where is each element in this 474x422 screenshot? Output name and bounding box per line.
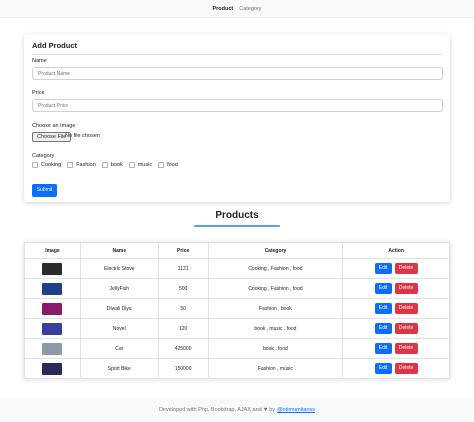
- product-actions: Edit Delete: [342, 318, 450, 339]
- products-heading-underline: [194, 225, 280, 227]
- table-row: Diwali Diya 50 Fashion , book Edit Delete: [24, 298, 450, 319]
- edit-button[interactable]: Edit: [374, 263, 392, 274]
- products-table: Image Name Price Category Action Electri…: [24, 242, 450, 379]
- nav-category[interactable]: Category: [239, 6, 261, 12]
- product-name: Car: [79, 338, 159, 359]
- add-product-title: Add Product: [32, 41, 77, 50]
- top-navbar: Product Category: [0, 0, 474, 18]
- category-checkbox-book[interactable]: book: [101, 162, 123, 168]
- col-price: Price: [157, 242, 209, 259]
- product-actions: Edit Delete: [342, 298, 450, 319]
- product-thumbnail: [42, 322, 63, 335]
- delete-button[interactable]: Delete: [394, 283, 418, 294]
- heart-icon: ♥: [263, 407, 268, 413]
- category-checkbox-music[interactable]: music: [128, 162, 152, 168]
- category-checkboxes: Cooking Fashion book music food: [32, 162, 178, 168]
- product-image-cell: [24, 358, 81, 379]
- delete-button[interactable]: Delete: [394, 303, 418, 314]
- delete-button[interactable]: Delete: [394, 363, 418, 374]
- footer-author-link[interactable]: @otimumitaoss: [277, 407, 315, 413]
- products-table-card: Image Name Price Category Action Electri…: [24, 242, 450, 379]
- products-heading: Products: [215, 210, 259, 221]
- product-category: book , music , food: [207, 318, 344, 339]
- product-price: 500: [157, 278, 209, 299]
- col-action: Action: [342, 242, 450, 259]
- col-name: Name: [79, 242, 159, 259]
- table-row: Car 425000 book , food Edit Delete: [24, 338, 450, 359]
- col-image: Image: [24, 242, 81, 259]
- delete-button[interactable]: Delete: [394, 263, 418, 274]
- category-label: Category: [32, 153, 55, 159]
- edit-button[interactable]: Edit: [374, 303, 392, 314]
- product-name-input[interactable]: Product Name: [32, 67, 443, 80]
- product-image-cell: [24, 338, 81, 359]
- table-header-row: Image Name Price Category Action: [24, 242, 450, 259]
- product-thumbnail: [42, 302, 63, 315]
- edit-button[interactable]: Edit: [374, 283, 392, 294]
- edit-button[interactable]: Edit: [374, 323, 392, 334]
- product-price: 1121: [157, 258, 209, 279]
- category-checkbox-cooking[interactable]: Cooking: [32, 162, 61, 168]
- add-product-card: Add Product Name Product Name Price Prod…: [24, 34, 450, 202]
- delete-button[interactable]: Delete: [394, 343, 418, 354]
- card-divider: [32, 54, 442, 55]
- product-actions: Edit Delete: [342, 358, 450, 379]
- edit-button[interactable]: Edit: [374, 363, 392, 374]
- checkbox-icon[interactable]: [128, 162, 135, 168]
- product-category: book , food: [207, 338, 344, 359]
- product-category: Fashion , book: [207, 298, 344, 319]
- submit-button[interactable]: Submit: [32, 184, 57, 197]
- product-image-cell: [24, 278, 81, 299]
- product-name: Sport Bike: [79, 358, 159, 379]
- product-name: Novel: [79, 318, 159, 339]
- product-actions: Edit Delete: [342, 258, 450, 279]
- product-price: 150000: [157, 358, 209, 379]
- name-label: Name: [32, 58, 47, 64]
- product-price: 425000: [157, 338, 209, 359]
- product-image-cell: [24, 318, 81, 339]
- product-image-cell: [24, 258, 81, 279]
- table-row: JellyFish 500 Cooking , Fashion , food Edit…: [24, 278, 450, 299]
- checkbox-icon[interactable]: [158, 162, 165, 168]
- product-thumbnail: [42, 342, 63, 355]
- product-category: Cooking , Fashion , food: [207, 278, 344, 299]
- product-category: Cooking , Fashion , food: [207, 258, 344, 279]
- nav-product[interactable]: Product: [212, 6, 233, 12]
- product-thumbnail: [42, 282, 63, 295]
- checkbox-icon[interactable]: [101, 162, 108, 168]
- table-row: Electric Stove 1121 Cooking , Fashion , fo…: [24, 258, 450, 279]
- product-category: Fashion , music: [207, 358, 344, 379]
- edit-button[interactable]: Edit: [374, 343, 392, 354]
- file-status: No file chosen: [65, 133, 100, 139]
- table-row: Novel 120 book , music , food Edit Delete: [24, 318, 450, 339]
- product-name: Diwali Diya: [79, 298, 159, 319]
- category-checkbox-food[interactable]: food: [158, 162, 178, 168]
- product-actions: Edit Delete: [342, 278, 450, 299]
- footer-text: Developed with Php, Bootstrap, AJAX and: [158, 407, 262, 413]
- price-label: Price: [32, 90, 45, 96]
- product-thumbnail: [42, 262, 63, 275]
- col-category: Category: [207, 242, 344, 259]
- category-checkbox-fashion[interactable]: Fashion: [67, 162, 96, 168]
- product-price: 50: [157, 298, 209, 319]
- product-thumbnail: [42, 362, 63, 375]
- product-image-cell: [24, 298, 81, 319]
- product-name: JellyFish: [79, 278, 159, 299]
- product-price: 120: [157, 318, 209, 339]
- product-name: Electric Stove: [79, 258, 159, 279]
- delete-button[interactable]: Delete: [394, 323, 418, 334]
- table-row: Sport Bike 150000 Fashion , music Edit Delet…: [24, 358, 450, 379]
- product-actions: Edit Delete: [342, 338, 450, 359]
- checkbox-icon[interactable]: [32, 162, 38, 168]
- image-label: Choose an Image: [32, 123, 76, 129]
- footer: Developed with Php, Bootstrap, AJAX and …: [0, 398, 474, 422]
- checkbox-icon[interactable]: [67, 162, 74, 168]
- product-price-input[interactable]: Product Price: [32, 99, 443, 112]
- footer-by: by: [269, 407, 276, 413]
